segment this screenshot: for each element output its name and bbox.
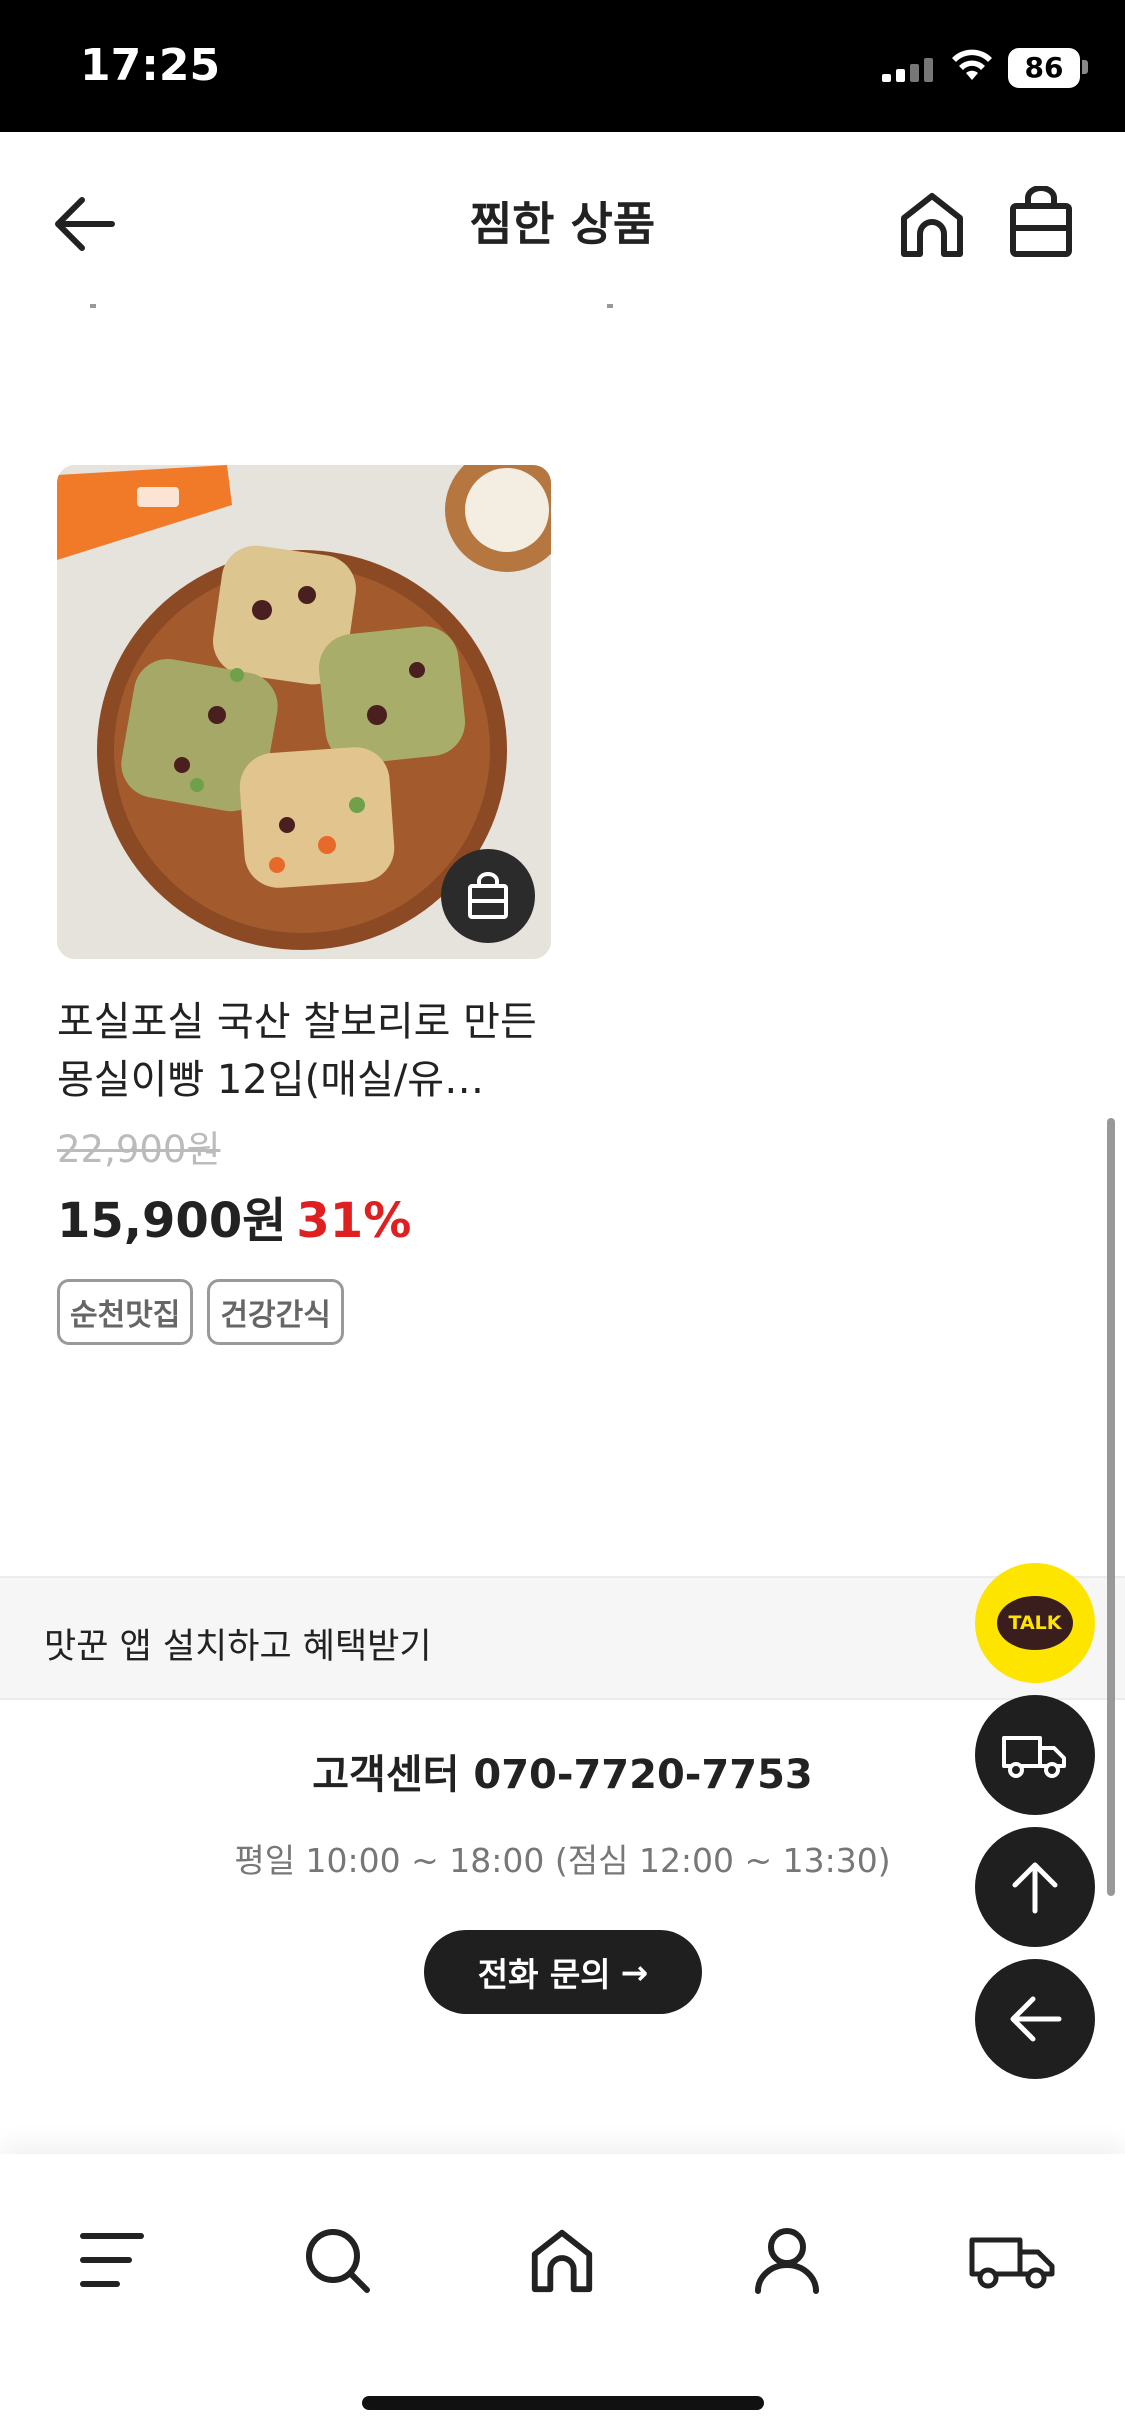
top-navigation: 찜한 상품 xyxy=(0,132,1125,312)
sale-price: 15,900원 xyxy=(57,1193,287,1249)
status-time: 17:25 xyxy=(80,40,221,91)
talk-label: TALK xyxy=(1008,1612,1062,1634)
customer-center-title: 고객센터 070-7720-7753 xyxy=(312,1752,813,1798)
arrow-left-icon xyxy=(1010,1996,1062,2042)
delivery-truck-icon xyxy=(969,2237,1055,2289)
delivery-button[interactable] xyxy=(975,1695,1095,1815)
bottom-tab-bar xyxy=(0,2154,1125,2436)
customer-center-hours: 평일 10:00 ~ 18:00 (점심 12:00 ~ 13:30) xyxy=(234,1841,891,1880)
tab-my-page[interactable] xyxy=(737,2210,837,2310)
tab-delivery[interactable] xyxy=(962,2210,1062,2310)
product-tags: 순천맛집 건강간식 xyxy=(57,1279,551,1345)
status-bar: 17:25 86 xyxy=(0,0,1125,132)
battery-level: 86 xyxy=(1008,48,1080,88)
kakao-talk-button[interactable]: TALK xyxy=(975,1563,1095,1683)
scroll-to-top-button[interactable] xyxy=(975,1827,1095,1947)
add-to-cart-button[interactable] xyxy=(441,849,535,943)
tab-home[interactable] xyxy=(512,2210,612,2310)
home-icon[interactable] xyxy=(896,188,968,260)
tag-chip[interactable]: 순천맛집 xyxy=(57,1279,194,1345)
product-card[interactable]: 포실포실 국산 찰보리로 만든 몽실이빵 12입(매실/유… 22,900원 1… xyxy=(57,465,551,1345)
discount-rate: 31% xyxy=(296,1193,412,1249)
go-back-button[interactable] xyxy=(975,1959,1095,2079)
tag-chip[interactable]: 건강간식 xyxy=(207,1279,344,1345)
price-row: 15,900원 31% xyxy=(57,1181,551,1251)
search-icon xyxy=(306,2229,370,2293)
app-install-banner[interactable]: 맛꾼 앱 설치하고 혜택받기 xyxy=(0,1576,1125,1700)
tab-search[interactable] xyxy=(287,2210,387,2310)
wifi-icon xyxy=(952,49,992,80)
original-price: 22,900원 xyxy=(57,1128,221,1171)
shopping-bag-icon[interactable] xyxy=(1008,186,1074,258)
product-name[interactable]: 포실포실 국산 찰보리로 만든 몽실이빵 12입(매실/유… xyxy=(57,993,551,1109)
phone-inquiry-button[interactable]: 전화 문의 → xyxy=(424,1930,702,2014)
app-install-text: 맛꾼 앱 설치하고 혜택받기 xyxy=(44,1627,432,1667)
product-image[interactable] xyxy=(57,465,551,959)
menu-icon xyxy=(80,2233,144,2287)
tab-menu[interactable] xyxy=(62,2210,162,2310)
scroll-marker xyxy=(90,304,96,308)
home-icon xyxy=(531,2229,593,2293)
shopping-bag-icon xyxy=(468,872,508,919)
battery-cap xyxy=(1082,60,1088,74)
kakao-talk-icon: TALK xyxy=(997,1596,1073,1650)
cellular-signal-icon xyxy=(882,58,933,82)
home-indicator xyxy=(362,2396,764,2410)
scroll-marker xyxy=(607,304,613,308)
scrollbar[interactable] xyxy=(1107,1118,1115,1896)
arrow-right-icon: → xyxy=(620,1952,649,1992)
delivery-truck-icon xyxy=(1002,1736,1066,1778)
arrow-up-icon xyxy=(1012,1862,1058,1914)
user-icon xyxy=(755,2228,819,2294)
phone-inquiry-label: 전화 문의 xyxy=(477,1955,611,1994)
